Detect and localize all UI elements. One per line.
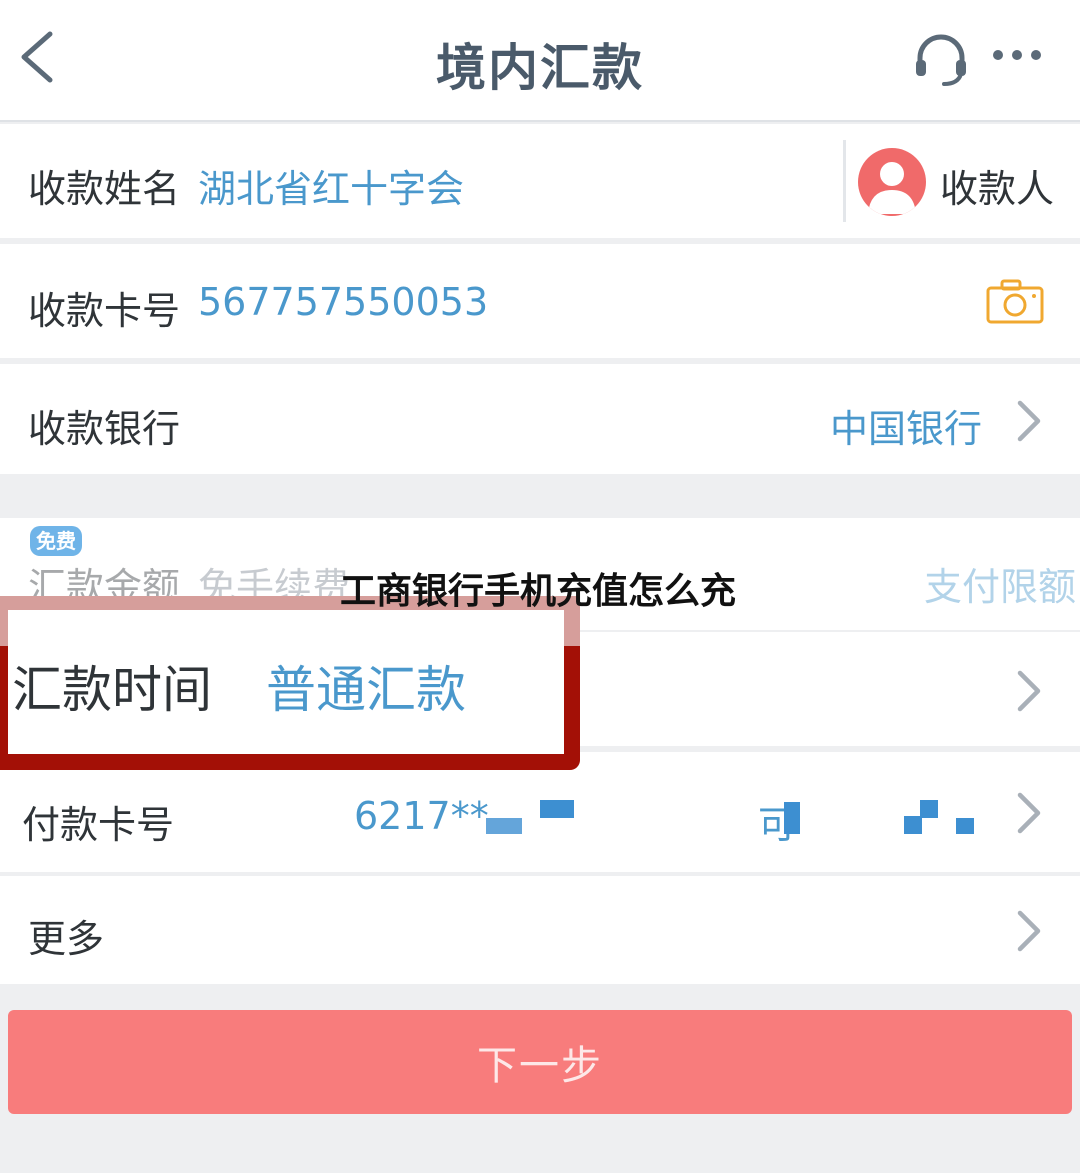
divider	[843, 140, 846, 222]
payer-card-row[interactable]: 付款卡号 6217** 可	[0, 752, 1080, 872]
bank-label: 收款银行	[28, 407, 181, 451]
free-badge: 免费	[30, 526, 82, 556]
more-label: 更多	[28, 917, 105, 961]
next-step-label: 下一步	[477, 1043, 603, 1089]
chevron-right-icon	[1017, 792, 1041, 834]
nav-bar: 境内汇款	[0, 0, 1080, 122]
mosaic-block	[540, 800, 574, 818]
mosaic-block	[486, 818, 522, 834]
remit-time-value[interactable]: 普通汇款	[266, 650, 466, 722]
mosaic-block	[920, 800, 938, 818]
mosaic-block	[956, 818, 974, 834]
card-number-row[interactable]: 收款卡号 567757550053	[0, 244, 1080, 358]
payer-card-label: 付款卡号	[22, 803, 175, 847]
remit-time-label: 汇款时间	[12, 661, 212, 719]
next-step-button[interactable]: 下一步	[8, 1010, 1072, 1114]
payee-name-label: 收款姓名	[28, 167, 181, 211]
payee-name-value[interactable]: 湖北省红十字会	[198, 158, 464, 213]
chevron-right-icon	[1017, 910, 1041, 952]
person-icon	[868, 162, 916, 214]
payee-name-row[interactable]: 收款姓名 湖北省红十字会 收款人	[0, 124, 1080, 238]
card-number-label: 收款卡号	[28, 289, 181, 333]
camera-icon[interactable]	[986, 278, 1044, 324]
more-row[interactable]: 更多	[0, 876, 1080, 984]
chevron-right-icon	[1017, 400, 1041, 442]
mosaic-block	[904, 816, 922, 834]
payer-card-value: 6217**	[354, 794, 489, 838]
overlay-caption: 工商银行手机充值怎么充	[340, 571, 737, 612]
bank-row[interactable]: 收款银行 中国银行	[0, 364, 1080, 474]
payment-limit-link[interactable]: 支付限额	[924, 556, 1076, 611]
card-number-value[interactable]: 567757550053	[198, 280, 488, 324]
bank-value: 中国银行	[830, 407, 983, 451]
remit-time-callout[interactable]: 汇款时间 普通汇款	[8, 610, 564, 754]
mosaic-block	[784, 802, 800, 834]
customer-service-icon[interactable]	[912, 30, 970, 88]
payee-avatar-icon[interactable]	[858, 148, 926, 216]
chevron-right-icon	[1017, 670, 1041, 712]
payee-button[interactable]: 收款人	[940, 158, 1054, 213]
more-options-icon[interactable]	[990, 40, 1044, 70]
